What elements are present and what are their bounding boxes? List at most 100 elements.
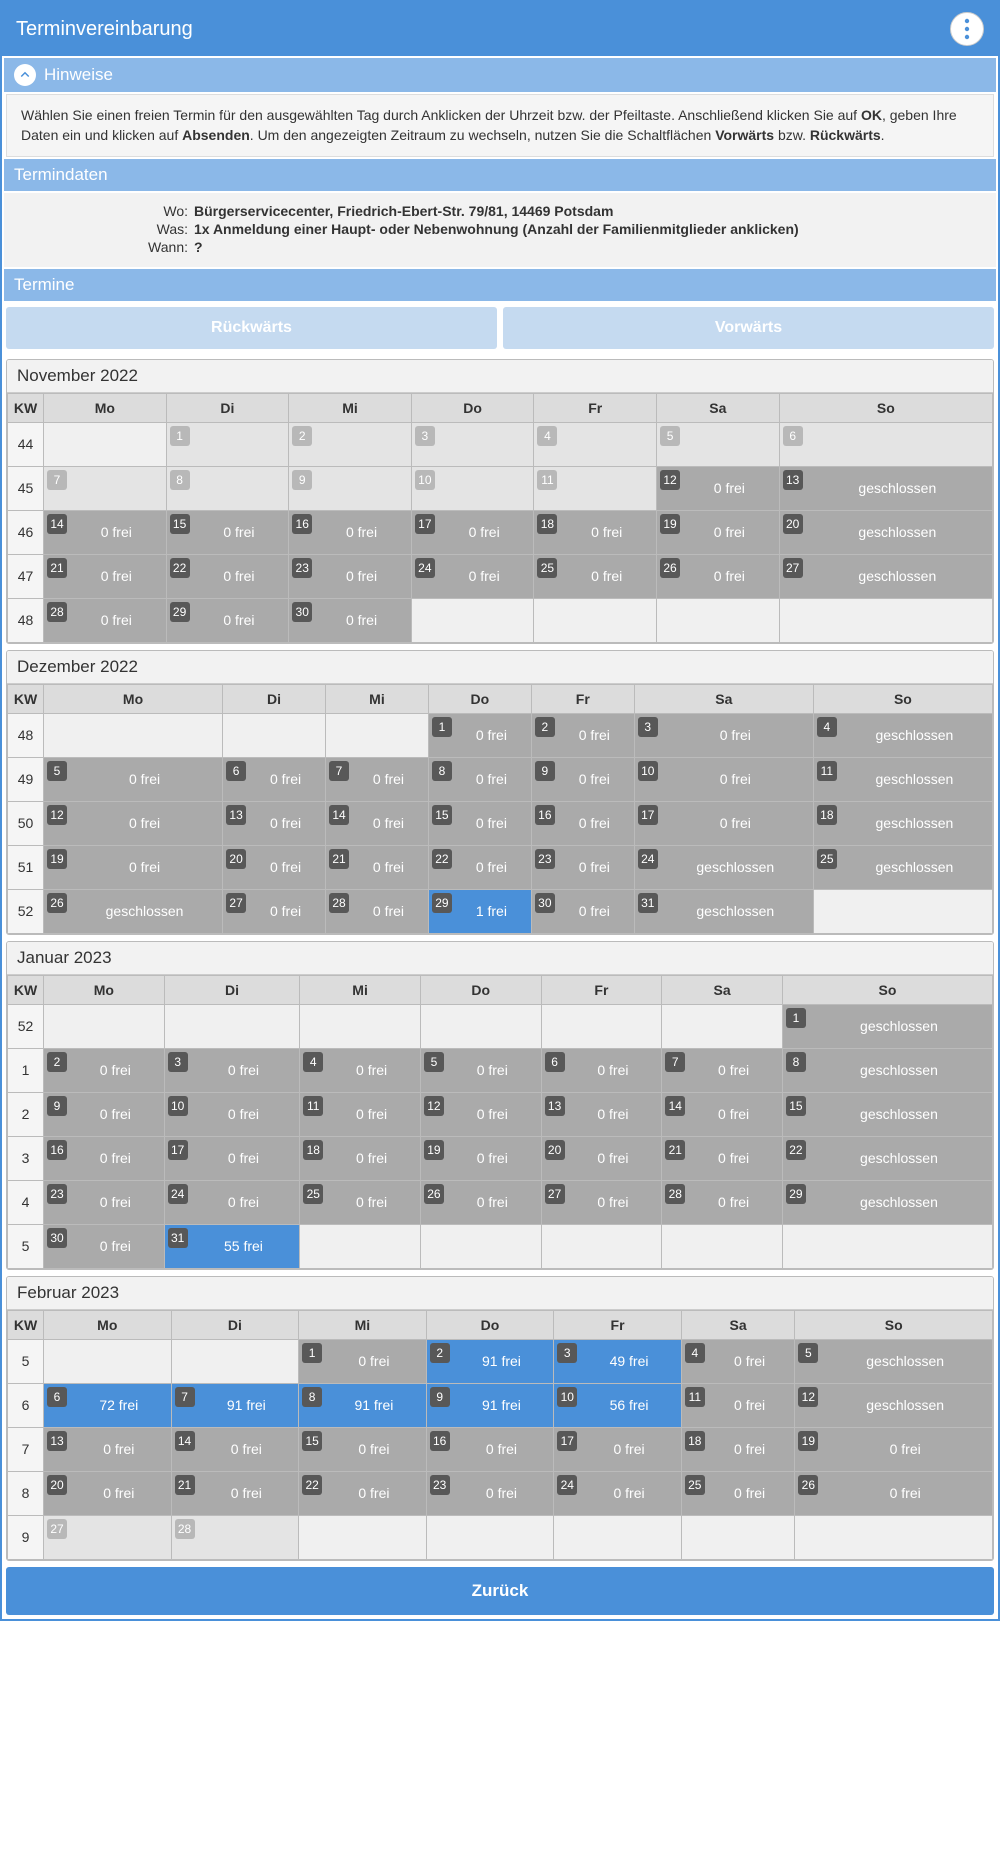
day-status: 0 frei	[559, 815, 634, 831]
day-closed: 8geschlossen	[783, 1049, 992, 1092]
day-cell[interactable]: 291 frei	[426, 1339, 554, 1383]
day-available[interactable]: 349 frei	[554, 1340, 681, 1383]
day-number: 2	[430, 1343, 450, 1363]
day-cell: 270 frei	[223, 889, 326, 933]
day-cell: 200 frei	[44, 1471, 172, 1515]
day-available[interactable]: 791 frei	[172, 1384, 299, 1427]
zurueck-button[interactable]: Zurück	[6, 1567, 994, 1615]
day-status: 0 frei	[581, 1441, 681, 1457]
day-none: 210 frei	[44, 555, 166, 598]
hints-header[interactable]: Hinweise	[4, 58, 996, 92]
day-cell	[662, 1224, 783, 1268]
day-status: 0 frei	[448, 1106, 541, 1122]
day-cell: 250 frei	[534, 554, 657, 598]
weekday-header: Mi	[326, 684, 429, 713]
day-cell: 260 frei	[420, 1180, 541, 1224]
day-cell: 210 frei	[326, 845, 429, 889]
chevron-up-icon	[14, 64, 36, 86]
day-cell: 160 frei	[426, 1427, 554, 1471]
day-number: 13	[783, 470, 803, 490]
day-none: 240 frei	[554, 1472, 681, 1515]
day-number: 29	[432, 893, 452, 913]
forward-button[interactable]: Vorwärts	[503, 307, 994, 349]
day-cell: 2	[289, 422, 412, 466]
day-status: 0 frei	[71, 1062, 164, 1078]
day-number: 20	[545, 1140, 565, 1160]
day-number: 11	[817, 761, 837, 781]
hints-text: Wählen Sie einen freien Termin für den a…	[6, 94, 994, 157]
day-none: 120 frei	[421, 1093, 541, 1136]
day-available[interactable]: 291 frei	[427, 1340, 554, 1383]
kw-cell: 5	[8, 1339, 44, 1383]
day-closed: 18geschlossen	[814, 802, 992, 845]
day-cell[interactable]: 791 frei	[171, 1383, 299, 1427]
day-cell: 8geschlossen	[782, 1048, 992, 1092]
day-cell[interactable]: 291 frei	[428, 889, 531, 933]
day-status: geschlossen	[841, 771, 992, 787]
day-available[interactable]: 1056 frei	[554, 1384, 681, 1427]
day-cell: 230 frei	[44, 1180, 165, 1224]
day-none: 110 frei	[300, 1093, 420, 1136]
day-number: 21	[175, 1475, 195, 1495]
day-status: 91 frei	[199, 1397, 299, 1413]
day-available[interactable]: 991 frei	[427, 1384, 554, 1427]
day-status: 0 frei	[192, 1106, 300, 1122]
day-none: 210 frei	[172, 1472, 299, 1515]
day-cell: 20geschlossen	[779, 510, 992, 554]
day-status: geschlossen	[810, 1018, 992, 1034]
day-cell[interactable]: 672 frei	[44, 1383, 172, 1427]
day-status: 0 frei	[316, 568, 411, 584]
day-number: 24	[168, 1184, 188, 1204]
day-cell[interactable]: 991 frei	[426, 1383, 554, 1427]
day-cell	[541, 1224, 662, 1268]
day-number: 16	[535, 805, 555, 825]
day-cell[interactable]: 1056 frei	[554, 1383, 682, 1427]
day-cell: 110 frei	[681, 1383, 795, 1427]
day-closed: 24geschlossen	[635, 846, 813, 889]
day-number: 23	[535, 849, 555, 869]
day-cell[interactable]: 3155 frei	[164, 1224, 300, 1268]
hints-title: Hinweise	[44, 65, 113, 85]
day-available[interactable]: 891 frei	[299, 1384, 426, 1427]
day-available[interactable]: 291 frei	[429, 890, 531, 933]
day-none: 200 frei	[223, 846, 325, 889]
day-status: 0 frei	[439, 568, 534, 584]
day-cell: 5	[657, 422, 780, 466]
day-cell	[657, 598, 780, 642]
weekday-header: Di	[171, 1310, 299, 1339]
day-number: 27	[47, 1519, 67, 1539]
day-closed: 29geschlossen	[783, 1181, 992, 1224]
day-available[interactable]: 672 frei	[44, 1384, 171, 1427]
day-none: 150 frei	[167, 511, 289, 554]
day-status: geschlossen	[810, 1062, 992, 1078]
day-none: 170 frei	[165, 1137, 300, 1180]
day-none: 280 frei	[44, 599, 166, 642]
day-cell: 240 frei	[554, 1471, 682, 1515]
day-status: 0 frei	[448, 1062, 541, 1078]
day-none: 50 frei	[44, 758, 222, 801]
kw-cell: 9	[8, 1515, 44, 1559]
day-number: 23	[430, 1475, 450, 1495]
kw-cell: 52	[8, 889, 44, 933]
day-none: 30 frei	[635, 714, 813, 757]
day-cell[interactable]: 891 frei	[299, 1383, 427, 1427]
day-cell: 280 frei	[662, 1180, 783, 1224]
day-status: 0 frei	[454, 1441, 554, 1457]
day-number: 24	[557, 1475, 577, 1495]
day-status: geschlossen	[810, 1150, 992, 1166]
back-button[interactable]: Rückwärts	[6, 307, 497, 349]
day-number: 14	[47, 514, 67, 534]
menu-button[interactable]	[950, 12, 984, 46]
day-cell: 30 frei	[634, 713, 813, 757]
day-number: 15	[786, 1096, 806, 1116]
day-cell[interactable]: 349 frei	[554, 1339, 682, 1383]
day-number: 19	[47, 849, 67, 869]
day-status: 49 frei	[581, 1353, 681, 1369]
weekday-header: Fr	[531, 684, 634, 713]
day-number: 9	[47, 1096, 67, 1116]
day-cell: 15geschlossen	[782, 1092, 992, 1136]
day-none: 270 frei	[223, 890, 325, 933]
day-available[interactable]: 3155 frei	[165, 1225, 300, 1268]
day-cell: 50 frei	[44, 757, 223, 801]
weekday-header: Mi	[289, 393, 412, 422]
